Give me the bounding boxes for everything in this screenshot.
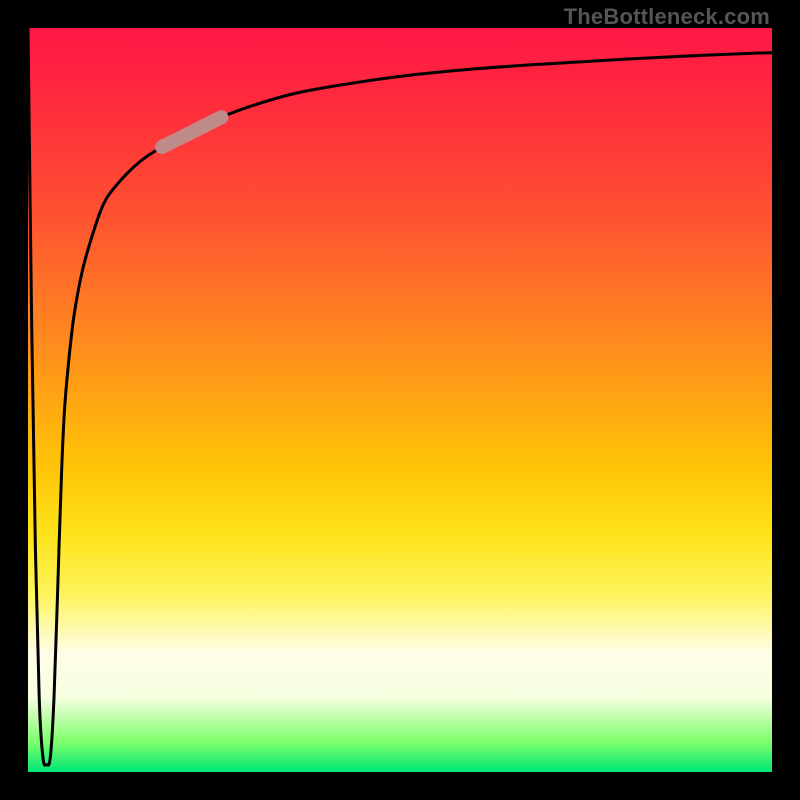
chart-frame: TheBottleneck.com bbox=[0, 0, 800, 800]
bottleneck-curve bbox=[28, 28, 772, 765]
highlight-segment bbox=[162, 117, 222, 147]
plot-area bbox=[28, 28, 772, 772]
curve-layer bbox=[28, 28, 772, 772]
watermark-text: TheBottleneck.com bbox=[564, 4, 770, 30]
